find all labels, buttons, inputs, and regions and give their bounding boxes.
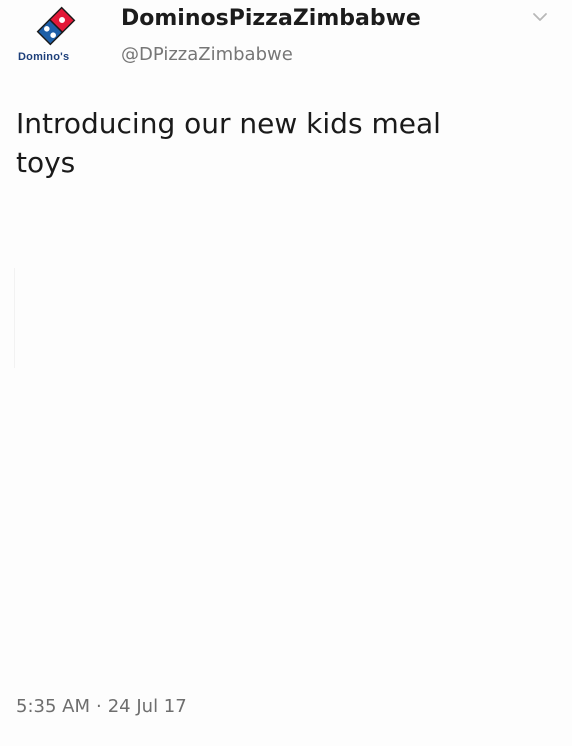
chevron-down-icon <box>533 13 547 21</box>
tweet-date: 24 Jul 17 <box>107 696 187 717</box>
tweet-text: Introducing our new kids meal toys <box>16 104 536 182</box>
media-area <box>0 268 15 368</box>
tweet-timestamp[interactable]: 5:35 AM · 24 Jul 17 <box>16 696 187 717</box>
avatar-logo-text: Domino's <box>18 51 70 63</box>
avatar[interactable]: Domino's <box>14 6 98 70</box>
tweet-text-line: Introducing our new kids meal <box>16 107 441 140</box>
separator-dot: · <box>96 696 102 717</box>
tweet-time: 5:35 AM <box>16 696 90 717</box>
tweet-text-line: toys <box>16 146 76 179</box>
tweet-menu-button[interactable] <box>530 8 550 26</box>
dominos-logo-icon <box>36 6 76 46</box>
display-name[interactable]: DominosPizzaZimbabwe <box>121 6 421 31</box>
user-handle[interactable]: @DPizzaZimbabwe <box>121 44 293 65</box>
tweet-card: Domino's DominosPizzaZimbabwe @DPizzaZim… <box>0 0 572 746</box>
